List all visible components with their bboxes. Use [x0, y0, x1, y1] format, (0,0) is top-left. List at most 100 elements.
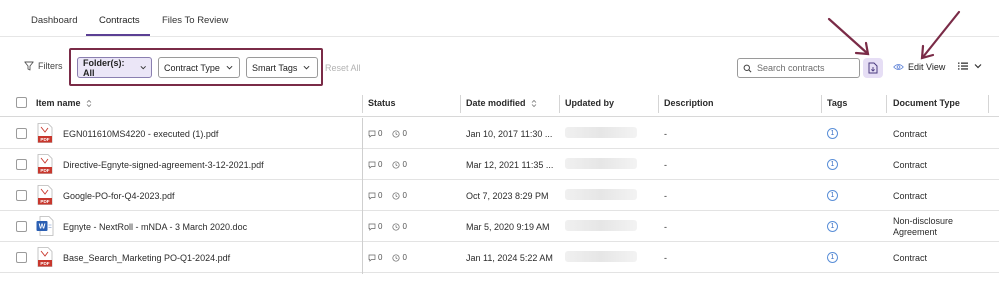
clock-icon	[392, 191, 401, 200]
column-divider[interactable]	[988, 95, 989, 113]
table-row[interactable]: PDF Google-PO-for-Q4-2023.pdf 0 0 Oct 7, 202…	[0, 180, 999, 211]
pdf-file-icon: PDF	[36, 247, 54, 267]
tasks-count-value: 0	[402, 129, 407, 138]
chevron-down-icon	[974, 64, 982, 69]
column-divider[interactable]	[821, 95, 822, 113]
status-cell: 00	[368, 129, 407, 138]
search-input[interactable]	[757, 63, 857, 73]
column-header-label: Updated by	[565, 98, 615, 108]
comments-count-value: 0	[378, 160, 383, 169]
column-divider[interactable]	[362, 95, 363, 113]
date-modified: Oct 7, 2023 8:29 PM	[466, 191, 549, 201]
view-mode-dropdown[interactable]	[958, 62, 982, 70]
file-type-glyph: PDF	[40, 199, 49, 204]
comments-count[interactable]: 0	[368, 160, 382, 169]
column-divider[interactable]	[460, 95, 461, 113]
active-tab-indicator	[86, 34, 150, 36]
tasks-count[interactable]: 0	[392, 191, 407, 200]
table-row[interactable]: W Egnyte - NextRoll - mNDA - 3 March 2020…	[0, 211, 999, 242]
select-all-checkbox[interactable]	[16, 97, 27, 108]
tag-count-badge[interactable]: 1	[827, 190, 838, 201]
word-file-icon: W	[36, 216, 54, 236]
comments-count[interactable]: 0	[368, 191, 382, 200]
date-modified: Mar 12, 2021 11:35 ...	[466, 160, 554, 170]
tag-count-badge[interactable]: 1	[827, 128, 838, 139]
date-modified: Mar 5, 2020 9:19 AM	[466, 222, 550, 232]
comments-count-value: 0	[378, 222, 383, 231]
column-divider[interactable]	[886, 95, 887, 113]
file-name-link[interactable]: Egnyte - NextRoll - mNDA - 3 March 2020.…	[63, 222, 247, 232]
row-checkbox[interactable]	[16, 128, 27, 139]
status-cell: 00	[368, 222, 407, 231]
column-header-document-type: Document Type	[893, 98, 960, 108]
comments-count[interactable]: 0	[368, 222, 382, 231]
smart-tags-dropdown[interactable]: Smart Tags	[246, 57, 318, 78]
column-divider[interactable]	[658, 95, 659, 113]
tasks-count[interactable]: 0	[392, 160, 407, 169]
table-row[interactable]: PDF Base_Search_Marketing PO-Q1-2024.pdf 0…	[0, 242, 999, 273]
column-header-date-modified[interactable]: Date modified	[466, 98, 537, 108]
file-name-link[interactable]: EGN011610MS4220 - executed (1).pdf	[63, 129, 218, 139]
table-row[interactable]: PDF EGN011610MS4220 - executed (1).pdf 0 0 J…	[0, 118, 999, 149]
filters-button[interactable]: Filters	[24, 61, 63, 71]
row-checkbox[interactable]	[16, 159, 27, 170]
comments-count-value: 0	[378, 129, 383, 138]
search-box[interactable]	[737, 58, 860, 78]
edit-view-button[interactable]: Edit View	[893, 62, 945, 72]
tag-count-badge[interactable]: 1	[827, 159, 838, 170]
updated-by-redacted	[565, 220, 637, 231]
contract-type-dropdown[interactable]: Contract Type	[158, 57, 240, 78]
column-header-label: Status	[368, 98, 396, 108]
file-name-link[interactable]: Base_Search_Marketing PO-Q1-2024.pdf	[63, 253, 230, 263]
tab-files-to-review[interactable]: Files To Review	[162, 15, 228, 26]
sort-icon	[86, 99, 91, 107]
tag-count-badge[interactable]: 1	[827, 221, 838, 232]
frozen-column-divider	[362, 118, 363, 274]
tab-contracts[interactable]: Contracts	[99, 15, 140, 26]
pdf-file-icon: PDF	[36, 185, 54, 205]
tasks-count[interactable]: 0	[392, 222, 407, 231]
document-type: Non-disclosure Agreement	[893, 216, 954, 237]
folders-dropdown[interactable]: Folder(s): All	[77, 57, 152, 78]
reset-all-button[interactable]: Reset All	[325, 63, 361, 73]
tasks-count-value: 0	[402, 253, 407, 262]
updated-by-redacted	[565, 251, 637, 262]
pdf-file-icon: PDF	[36, 154, 54, 174]
comments-count[interactable]: 0	[368, 129, 382, 138]
file-type-glyph: PDF	[40, 168, 49, 173]
column-header-label: Date modified	[466, 98, 526, 108]
smart-tags-dropdown-label: Smart Tags	[252, 62, 298, 73]
comments-count[interactable]: 0	[368, 253, 382, 262]
updated-by-redacted	[565, 158, 637, 169]
tasks-count[interactable]: 0	[392, 253, 407, 262]
file-name-link[interactable]: Google-PO-for-Q4-2023.pdf	[63, 191, 175, 201]
document-type: Contract	[893, 160, 928, 170]
file-type-glyph: W	[39, 224, 46, 231]
chevron-down-icon	[303, 65, 310, 70]
clock-icon	[392, 222, 401, 231]
file-name-link[interactable]: Directive-Egnyte-signed-agreement-3-12-2…	[63, 160, 264, 170]
tab-dashboard[interactable]: Dashboard	[31, 15, 77, 26]
contract-type-dropdown-label: Contract Type	[164, 62, 220, 73]
table-row[interactable]: PDF Directive-Egnyte-signed-agreement-3-1…	[0, 149, 999, 180]
row-checkbox[interactable]	[16, 252, 27, 263]
funnel-icon	[24, 61, 34, 71]
eye-icon	[893, 64, 904, 70]
description: -	[664, 129, 667, 139]
column-header-status: Status	[368, 98, 396, 108]
clock-icon	[392, 253, 401, 262]
column-divider[interactable]	[559, 95, 560, 113]
tag-count-badge[interactable]: 1	[827, 252, 838, 263]
column-header-label: Document Type	[893, 98, 960, 108]
tab-bar: Dashboard Contracts Files To Review	[0, 0, 999, 37]
comment-icon	[368, 192, 376, 200]
row-checkbox[interactable]	[16, 221, 27, 232]
export-report-button[interactable]	[863, 58, 883, 78]
date-modified: Jan 11, 2024 5:22 AM	[466, 253, 553, 263]
document-type: Contract	[893, 129, 928, 139]
tasks-count[interactable]: 0	[392, 129, 407, 138]
pdf-file-icon: PDF	[36, 123, 54, 143]
row-checkbox[interactable]	[16, 190, 27, 201]
column-header-item-name[interactable]: Item name	[36, 98, 92, 108]
comment-icon	[368, 223, 376, 231]
